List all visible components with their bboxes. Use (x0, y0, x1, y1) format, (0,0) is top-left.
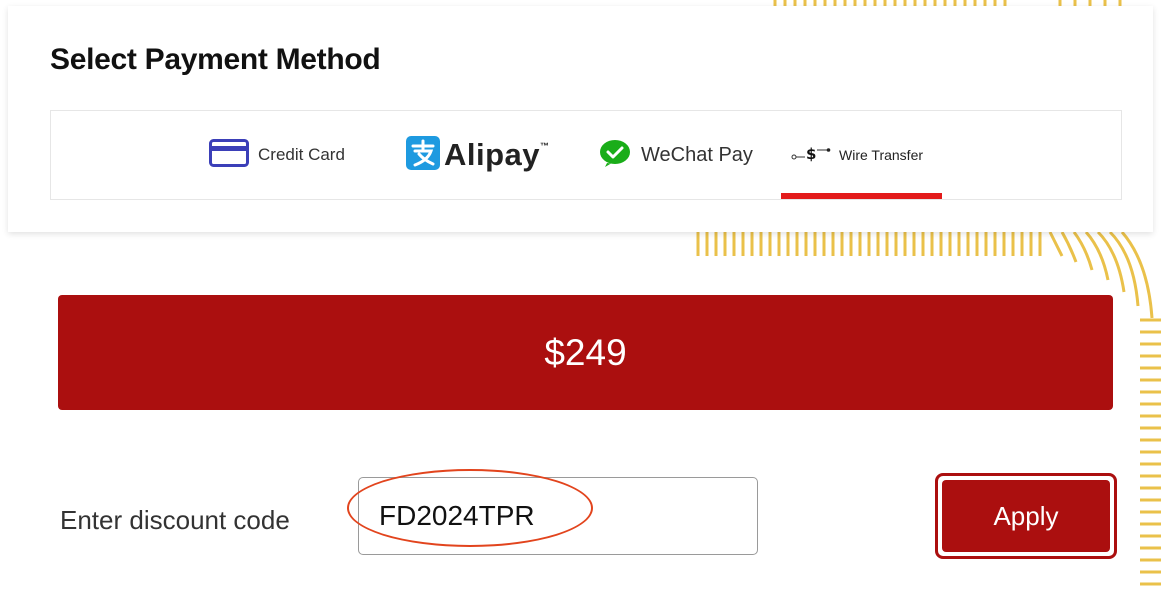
alipay-trademark: ™ (540, 141, 550, 151)
apply-button[interactable]: Apply (935, 473, 1117, 559)
alipay-icon (406, 135, 440, 175)
tab-wechat-pay[interactable]: WeChat Pay (599, 111, 753, 199)
payment-method-card: Select Payment Method Credit Card Alipay… (8, 6, 1153, 232)
tab-wechat-pay-label: WeChat Pay (641, 143, 753, 166)
tab-wire-transfer[interactable]: $ Wire Transfer (791, 111, 923, 199)
tab-credit-card[interactable]: Credit Card (209, 111, 345, 199)
selected-tab-underline (781, 193, 942, 199)
tab-wire-transfer-label: Wire Transfer (839, 147, 924, 163)
discount-code-input[interactable] (358, 477, 758, 555)
svg-text:$: $ (806, 145, 816, 162)
wechat-icon (599, 139, 631, 172)
wire-transfer-icon: $ (791, 144, 831, 167)
tab-alipay[interactable]: Alipay™ (406, 111, 550, 199)
tab-credit-card-label: Credit Card (258, 145, 345, 164)
credit-card-icon (209, 138, 249, 172)
tab-alipay-label: Alipay™ (444, 137, 550, 172)
payment-method-tabs: Credit Card Alipay™ WeChat Pay $ Wire Tr… (50, 110, 1122, 200)
price-amount: $249 (544, 331, 627, 373)
price-banner: $249 (58, 295, 1113, 410)
payment-method-title: Select Payment Method (50, 43, 381, 76)
apply-button-label: Apply (942, 480, 1110, 552)
discount-code-label: Enter discount code (60, 505, 290, 535)
